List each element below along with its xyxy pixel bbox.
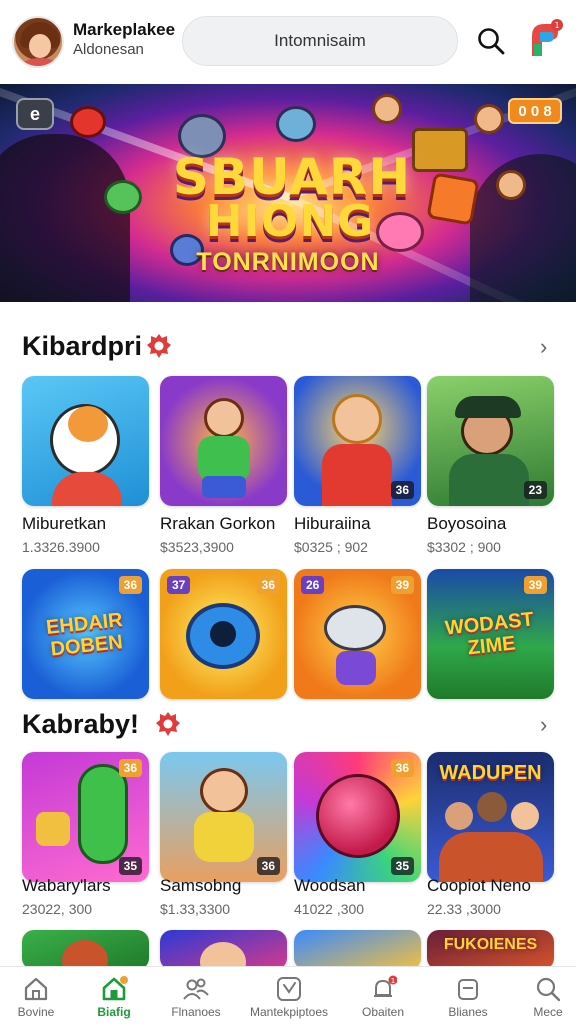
nav-label: Blianes <box>448 1005 488 1019</box>
tile-tag: 36 <box>118 759 142 777</box>
game-tile[interactable] <box>22 376 149 506</box>
tile-number-badge: 35 <box>390 857 414 875</box>
nav-item-home[interactable]: Bovine <box>0 967 72 1024</box>
tile-number-badge: 23 <box>523 481 547 499</box>
svg-text:1: 1 <box>391 977 395 985</box>
search-input[interactable]: Intomnisaim <box>182 16 458 66</box>
nav-label: Biafig <box>97 1005 131 1019</box>
tile-tag: 39 <box>390 576 414 594</box>
game-tile[interactable] <box>294 930 421 970</box>
tile-tag: 36 <box>256 576 280 594</box>
game-tile[interactable] <box>160 376 287 506</box>
tile-tag-left: 26 <box>301 576 325 594</box>
game-tile[interactable]: 36 <box>160 752 287 882</box>
banner-subtitle: TONRNIMOON <box>196 248 380 276</box>
nav-label: Obaiten <box>361 1005 405 1019</box>
people-icon <box>183 978 209 1000</box>
game-title: Rrakan Gorkon <box>160 514 276 533</box>
game-price: 23022, 300 <box>22 901 93 917</box>
nav-label: Mece <box>533 1005 563 1019</box>
app-header: Markeplakee Aldonesan Intomnisaim 1 <box>0 0 576 80</box>
game-price: $3302 ; 900 <box>427 539 501 555</box>
character-cat <box>276 106 316 142</box>
section-title: Kabraby! <box>22 709 140 739</box>
game-title: Coopiot Neno <box>427 876 531 895</box>
home-filled-icon <box>102 976 128 1001</box>
character-kid <box>372 94 402 124</box>
banner-badge-right: 0 0 8 <box>508 98 562 124</box>
nav-item-search[interactable]: Mece <box>512 967 576 1024</box>
tile-number-badge: 36 <box>256 857 280 875</box>
game-tile[interactable]: WADUPEN <box>427 752 554 882</box>
bottom-nav: Bovine Biafig Flnanoes Mantekpiptoes 1 O… <box>0 966 576 1024</box>
game-tile[interactable]: 36 35 <box>294 752 421 882</box>
game-price: 22.33 ,3000 <box>427 901 501 917</box>
nav-label: Mantekpiptoes <box>249 1005 329 1019</box>
game-price: $3523,3900 <box>160 539 234 555</box>
game-title: Wabary'lars <box>22 876 111 895</box>
game-tile[interactable]: 36 <box>294 376 421 506</box>
game-tile[interactable]: 26 39 <box>294 569 421 699</box>
search-icon[interactable] <box>476 26 506 56</box>
nav-item-marketplace[interactable]: Mantekpiptoes <box>250 967 328 1024</box>
user-subtitle: Aldonesan <box>73 41 144 58</box>
avatar[interactable] <box>12 16 64 68</box>
game-tile[interactable] <box>22 930 149 970</box>
tile-tag: 39 <box>523 576 547 594</box>
tile-tag: 36 <box>390 759 414 777</box>
bell-icon: 1 <box>374 975 397 997</box>
compass-icon <box>277 977 301 1001</box>
game-tile[interactable]: FUKOIENES <box>427 930 554 970</box>
nav-item-friends[interactable]: Flnanoes <box>160 967 232 1024</box>
game-tile[interactable]: EHDAIR DOBEN 36 <box>22 569 149 699</box>
game-tile[interactable]: WODAST ZIME 39 <box>427 569 554 699</box>
game-title: Boyosoina <box>427 514 507 533</box>
apple-icon <box>70 106 106 138</box>
game-tile[interactable]: 37 36 <box>160 569 287 699</box>
nav-label: Flnanoes <box>171 1005 221 1019</box>
game-tile[interactable]: 36 35 <box>22 752 149 882</box>
tile-art-title: FUKOIENES <box>443 936 538 953</box>
hot-badge-icon <box>156 712 180 736</box>
hot-badge-icon <box>147 334 171 358</box>
nav-item-notifications[interactable]: 1 Obaiten <box>347 967 419 1024</box>
nav-item-library[interactable]: Blianes <box>432 967 504 1024</box>
tile-art-title: WADUPEN <box>439 762 542 784</box>
tile-number-badge: 36 <box>390 481 414 499</box>
banner-title-line2: HIONG <box>205 196 375 247</box>
nav-item-store[interactable]: Biafig <box>78 967 150 1024</box>
home-outline-icon <box>24 977 48 1001</box>
banner-badge-left: e <box>16 98 54 130</box>
game-price: $0325 ; 902 <box>294 539 368 555</box>
section-title: Kibardpri <box>22 331 143 361</box>
tile-tag-left: 37 <box>167 576 191 594</box>
brand-logo-icon[interactable]: 1 <box>526 18 564 62</box>
game-price: 41022 ,300 <box>294 901 365 917</box>
svg-text:1: 1 <box>554 21 559 30</box>
tile-tag: 36 <box>118 576 142 594</box>
chevron-right-icon[interactable]: › <box>540 334 547 360</box>
game-title: Hiburaiina <box>294 514 371 533</box>
promo-banner[interactable]: e 0 0 8 SBUARH HIONG TONRNIMOON <box>0 84 576 302</box>
game-title: Samsobng <box>160 876 242 895</box>
user-name: Markeplakee <box>73 20 176 39</box>
tile-number-badge: 35 <box>118 857 142 875</box>
game-title: Miburetkan <box>22 514 107 533</box>
chevron-right-icon[interactable]: › <box>540 712 547 738</box>
game-title: Woodsan <box>294 876 366 895</box>
game-price: 1.3326.3900 <box>22 539 100 555</box>
search-icon <box>536 977 561 1002</box>
bag-icon <box>458 979 478 1000</box>
game-tile[interactable]: 23 <box>427 376 554 506</box>
game-tile[interactable] <box>160 930 287 970</box>
character-kid-right <box>474 104 504 134</box>
game-price: $1.33,3300 <box>160 901 231 917</box>
